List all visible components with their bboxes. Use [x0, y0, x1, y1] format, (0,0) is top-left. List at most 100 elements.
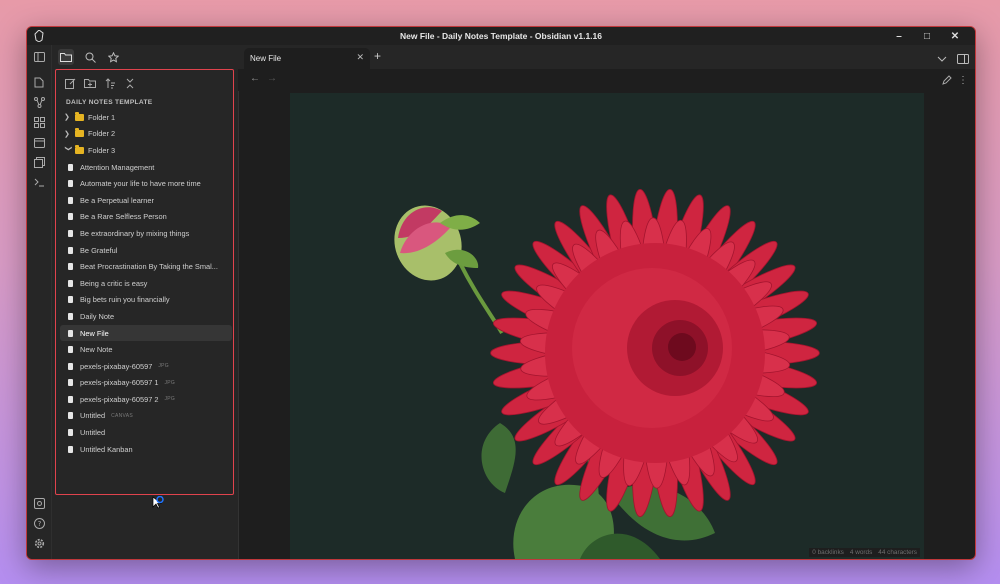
window-title: New File - Daily Notes Template - Obsidi…: [399, 31, 603, 41]
file-label: Automate your life to have more time: [80, 179, 201, 189]
file-item[interactable]: Be a Rare Selfless Person: [60, 209, 232, 226]
new-tab-icon[interactable]: +: [374, 49, 381, 63]
file-label: Be a Perpetual learner: [80, 195, 154, 205]
file-label: Untitled: [80, 411, 106, 421]
maximize-icon[interactable]: □: [913, 27, 941, 45]
file-label: Big bets ruin you financially: [80, 295, 170, 305]
help-icon[interactable]: ?: [33, 517, 45, 529]
folder-icon: [75, 144, 84, 154]
file-label: Attention Management: [80, 162, 155, 172]
file-item[interactable]: New Note: [60, 341, 232, 358]
back-arrow-icon[interactable]: ←: [250, 73, 260, 84]
character-count: 44 characters: [878, 549, 917, 556]
file-item[interactable]: Be extraordinary by mixing things: [60, 225, 232, 242]
obsidian-window: New File - Daily Notes Template - Obsidi…: [26, 26, 976, 560]
title-bar: New File - Daily Notes Template - Obsidi…: [27, 27, 975, 45]
collapse-all-icon[interactable]: [124, 77, 136, 89]
file-icon: [68, 395, 73, 403]
tab-bar: New File ✕ +: [238, 45, 975, 69]
file-item-active[interactable]: New File: [60, 324, 232, 342]
file-item[interactable]: Be Grateful: [60, 242, 232, 259]
new-folder-icon[interactable]: [84, 77, 96, 89]
file-explorer-sidebar: DAILY NOTES TEMPLATE ❯ Folder 1 ❯ Folder…: [52, 69, 239, 559]
word-count: 4 words: [849, 549, 873, 556]
forward-arrow-icon[interactable]: →: [267, 73, 277, 84]
settings-icon[interactable]: [33, 537, 45, 549]
open-quick-switcher-icon[interactable]: [33, 76, 45, 88]
file-label: Be a Rare Selfless Person: [80, 212, 167, 222]
search-icon[interactable]: [82, 49, 98, 65]
more-options-icon[interactable]: ⋮: [957, 74, 969, 86]
chevron-right-icon: ❯: [64, 114, 70, 122]
file-label: New Note: [80, 345, 113, 355]
file-icon: [68, 163, 73, 171]
mouse-cursor-icon: [152, 496, 164, 509]
backlinks-count[interactable]: 0 backlinks: [812, 549, 844, 556]
file-icon: [68, 229, 73, 237]
file-icon: [68, 362, 73, 370]
file-icon: [68, 346, 73, 354]
folder-icon[interactable]: [58, 49, 74, 65]
tab-new-file[interactable]: New File ✕: [244, 48, 370, 69]
file-explorer-highlight: DAILY NOTES TEMPLATE ❯ Folder 1 ❯ Folder…: [55, 69, 234, 495]
templates-icon[interactable]: [33, 156, 45, 168]
tab-list-chevron-down-icon[interactable]: [937, 51, 947, 69]
status-bar: 0 backlinks 4 words 44 characters: [809, 548, 920, 557]
folder-item[interactable]: ❯ Folder 1: [60, 109, 232, 126]
file-extension-badge: CANVAS: [111, 412, 134, 419]
file-item[interactable]: Being a critic is easy: [60, 275, 232, 292]
folder-item[interactable]: ❯ Folder 3: [60, 142, 232, 159]
image-view: 0 backlinks 4 words 44 characters: [290, 93, 924, 559]
file-icon: [68, 312, 73, 320]
file-item[interactable]: Untitled Kanban: [60, 441, 232, 458]
file-icon: [68, 429, 73, 437]
file-item[interactable]: Automate your life to have more time: [60, 175, 232, 192]
folder-label: Folder 1: [88, 112, 116, 122]
file-icon: [68, 379, 73, 387]
file-icon: [68, 445, 73, 453]
file-label: Be Grateful: [80, 245, 118, 255]
file-item[interactable]: Be a Perpetual learner: [60, 192, 232, 209]
file-icon: [68, 196, 73, 204]
daily-note-icon[interactable]: [33, 136, 45, 148]
vault-name: DAILY NOTES TEMPLATE: [66, 99, 153, 106]
file-extension-badge: JPG: [164, 379, 176, 386]
right-sidebar-toggle-icon[interactable]: [957, 51, 969, 69]
obsidian-logo-icon: [34, 30, 44, 42]
minimize-icon[interactable]: –: [885, 27, 913, 45]
edit-pencil-icon[interactable]: [941, 74, 953, 86]
file-item[interactable]: Beat Procrastination By Taking the Smal.…: [60, 258, 232, 275]
command-palette-icon[interactable]: [33, 176, 45, 188]
dahlia-image: [290, 93, 924, 559]
file-item[interactable]: pexels-pixabay-60597 2 JPG: [60, 391, 232, 408]
file-item[interactable]: Untitled CANVAS: [60, 408, 232, 425]
file-label: pexels-pixabay-60597: [80, 361, 153, 371]
file-item[interactable]: Attention Management: [60, 159, 232, 176]
file-label: Untitled: [80, 428, 106, 438]
vault-switcher-icon[interactable]: [33, 497, 45, 509]
file-item[interactable]: pexels-pixabay-60597 1 JPG: [60, 375, 232, 392]
file-icon: [68, 279, 73, 287]
file-extension-badge: JPG: [158, 363, 169, 370]
file-item[interactable]: Big bets ruin you financially: [60, 292, 232, 309]
file-item[interactable]: Daily Note: [60, 308, 232, 325]
close-window-icon[interactable]: ✕: [941, 27, 969, 45]
star-icon[interactable]: [105, 49, 121, 65]
sort-icon[interactable]: [104, 77, 116, 89]
new-note-icon[interactable]: [64, 77, 76, 89]
sidebar-toggle-icon[interactable]: [33, 51, 45, 63]
folder-icon: [75, 111, 84, 121]
view-header: ← → ⋮: [238, 69, 975, 91]
folder-item[interactable]: ❯ Folder 2: [60, 126, 232, 143]
file-label: Beat Procrastination By Taking the Smal.…: [80, 262, 218, 272]
file-icon: [68, 246, 73, 254]
graph-view-icon[interactable]: [33, 96, 45, 108]
chevron-right-icon: ❯: [64, 130, 70, 138]
file-item[interactable]: pexels-pixabay-60597 JPG: [60, 358, 232, 375]
nav-actions: [64, 77, 136, 89]
canvas-icon[interactable]: [33, 116, 45, 128]
close-tab-icon[interactable]: ✕: [356, 52, 364, 63]
file-item[interactable]: Untitled: [60, 424, 232, 441]
file-icon: [68, 329, 73, 337]
file-tree: ❯ Folder 1 ❯ Folder 2 ❯ Folder 3 Attenti…: [60, 109, 232, 457]
